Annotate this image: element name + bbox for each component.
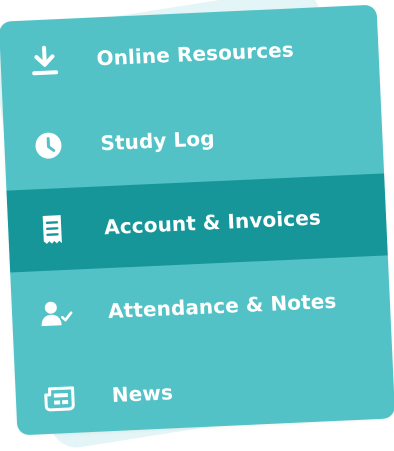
menu-item-label: News xyxy=(111,382,173,405)
receipt-icon xyxy=(36,213,69,246)
menu-item-account-invoices[interactable]: Account & Invoices xyxy=(6,173,387,272)
menu-item-online-resources[interactable]: Online Resources xyxy=(0,5,380,104)
download-icon xyxy=(28,44,61,77)
menu-item-news[interactable]: News xyxy=(14,341,394,435)
clock-icon xyxy=(32,129,65,162)
menu-item-label: Attendance & Notes xyxy=(108,291,337,321)
menu-item-label: Account & Invoices xyxy=(104,207,321,237)
menu-item-label: Study Log xyxy=(100,128,215,153)
navigation-menu: Online Resources Study Log Account & Inv… xyxy=(0,5,394,436)
menu-item-attendance-notes[interactable]: Attendance & Notes xyxy=(10,257,391,356)
menu-item-label: Online Resources xyxy=(96,39,294,68)
newspaper-icon xyxy=(43,381,76,414)
menu-item-study-log[interactable]: Study Log xyxy=(3,90,384,189)
user-check-icon xyxy=(39,297,72,330)
